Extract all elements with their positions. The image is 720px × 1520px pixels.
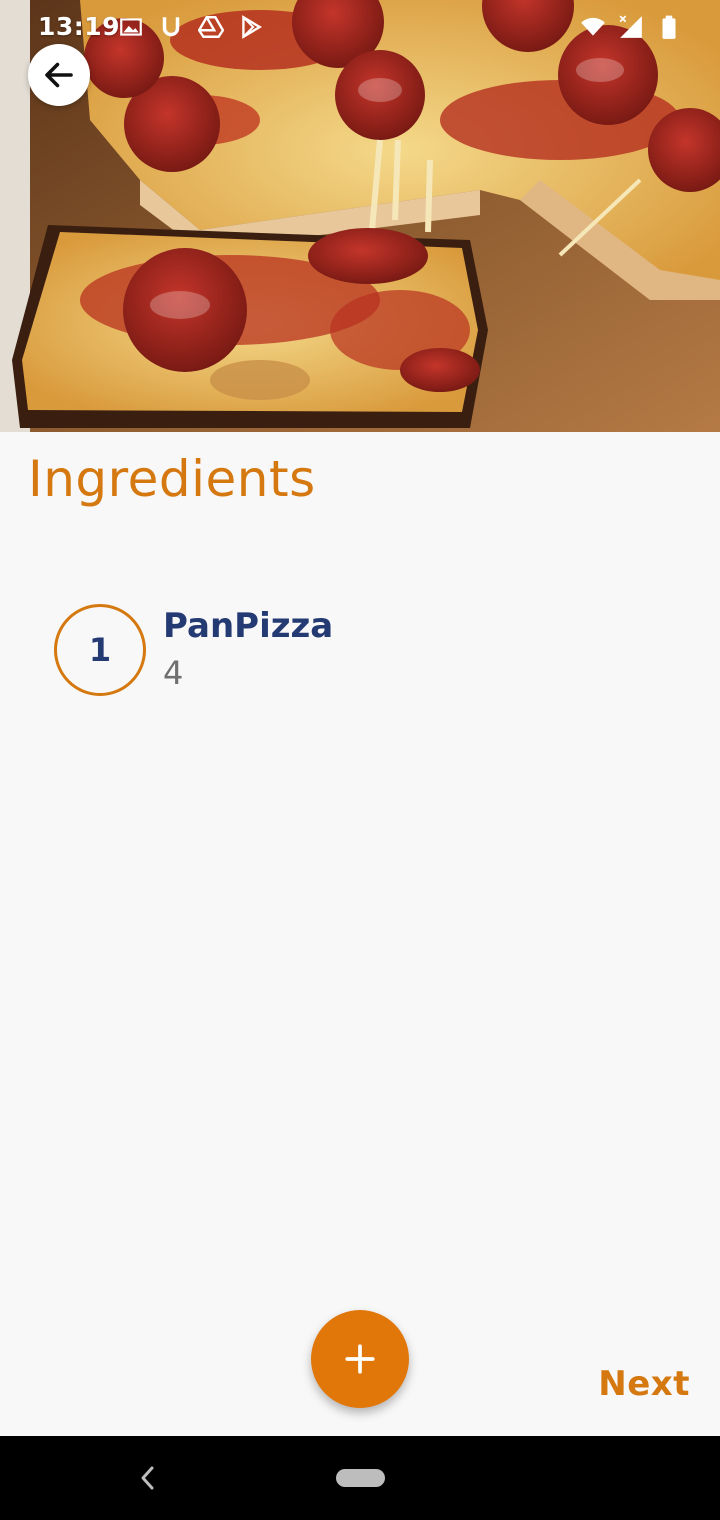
ingredients-screen: 13:19 Ingredients 1 PanPizza 4 Next bbox=[0, 0, 720, 1520]
navigation-bar bbox=[0, 1436, 720, 1520]
pizza-illustration bbox=[0, 0, 720, 432]
wifi-icon bbox=[581, 17, 605, 36]
arrow-left-icon bbox=[45, 62, 73, 88]
page-title: Ingredients bbox=[28, 450, 316, 508]
system-icons bbox=[580, 14, 682, 40]
next-button[interactable]: Next bbox=[598, 1364, 690, 1404]
battery-icon bbox=[662, 15, 676, 39]
plus-icon bbox=[345, 1344, 375, 1374]
item-index: 1 bbox=[88, 631, 112, 669]
item-index-badge: 1 bbox=[54, 604, 146, 696]
drive-icon bbox=[198, 16, 224, 38]
image-notification-icon bbox=[120, 18, 142, 36]
item-quantity: 4 bbox=[163, 654, 184, 692]
play-store-icon bbox=[242, 15, 262, 39]
u-app-icon bbox=[162, 17, 180, 37]
hero-image bbox=[0, 0, 720, 432]
list-item[interactable]: 1 PanPizza 4 bbox=[54, 604, 654, 696]
nav-back-icon[interactable] bbox=[136, 1464, 160, 1492]
back-button[interactable] bbox=[28, 44, 90, 106]
item-name: PanPizza bbox=[163, 606, 334, 646]
signal-icon bbox=[619, 15, 642, 38]
nav-home-pill[interactable] bbox=[336, 1469, 385, 1487]
status-time: 13:19 bbox=[38, 12, 121, 41]
add-ingredient-button[interactable] bbox=[311, 1310, 409, 1408]
notification-icons bbox=[118, 14, 264, 40]
status-bar: 13:19 bbox=[0, 0, 720, 56]
